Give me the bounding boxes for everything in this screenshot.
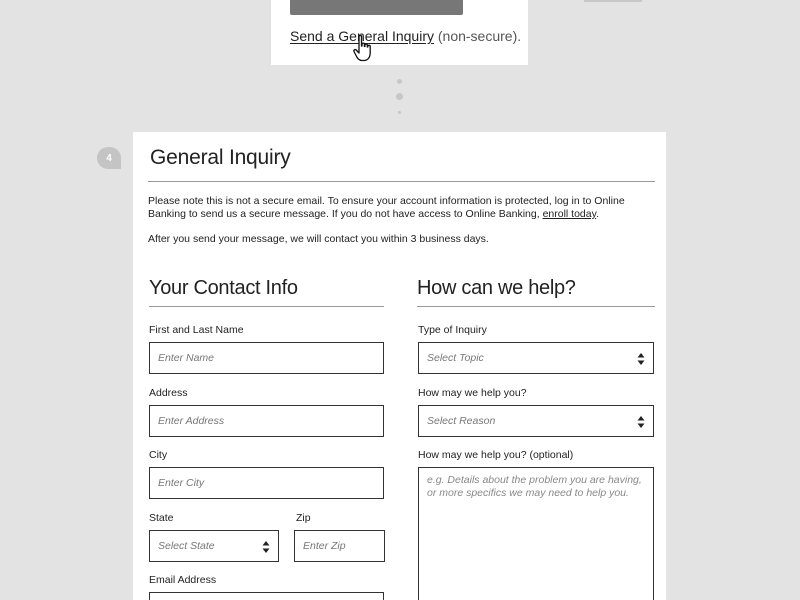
notice-period: .: [596, 208, 600, 220]
previous-step-card: Send a General Inquiry (non-secure).: [271, 0, 528, 65]
up-down-arrows-icon: [637, 353, 645, 365]
details-label: How may we help you? (optional): [418, 449, 574, 461]
contact-info-divider: [149, 306, 384, 307]
zip-input[interactable]: [294, 530, 385, 562]
inquiry-type-value: Select Topic: [427, 352, 484, 364]
hand-pointer-icon: [353, 34, 371, 62]
email-input[interactable]: [149, 592, 384, 600]
state-select[interactable]: Select State: [149, 530, 279, 562]
up-down-arrows-icon: [637, 416, 645, 428]
sign-in-send-message-button[interactable]: [290, 0, 463, 15]
state-select-value: Select State: [158, 540, 215, 552]
up-down-arrows-icon: [262, 541, 270, 553]
zip-label: Zip: [296, 512, 311, 524]
inquiry-type-select[interactable]: Select Topic: [418, 342, 654, 374]
response-time-notice: After you send your message, we will con…: [148, 233, 489, 245]
state-label: State: [149, 512, 174, 524]
reason-label: How may we help you?: [418, 387, 527, 399]
contact-info-heading: Your Contact Info: [149, 277, 298, 299]
city-input[interactable]: [149, 467, 384, 499]
reason-select[interactable]: Select Reason: [418, 405, 654, 437]
page-title: General Inquiry: [150, 146, 291, 169]
address-label: Address: [149, 387, 188, 399]
help-divider: [417, 306, 655, 307]
address-input[interactable]: [149, 405, 384, 437]
connector-dot: [396, 93, 403, 100]
details-textarea[interactable]: [418, 467, 654, 600]
email-label: Email Address: [149, 574, 217, 586]
general-inquiry-card: General Inquiry Please note this is not …: [133, 132, 666, 600]
connector-dot: [397, 79, 402, 84]
title-divider: [148, 181, 655, 182]
help-heading: How can we help?: [417, 277, 576, 299]
connector-dot: [398, 111, 401, 114]
name-input[interactable]: [149, 342, 384, 374]
name-label: First and Last Name: [149, 324, 244, 336]
security-notice: Please note this is not a secure email. …: [148, 195, 638, 221]
enroll-today-link[interactable]: enroll today: [543, 208, 597, 220]
city-label: City: [149, 449, 168, 461]
next-step-card-edge: [584, 0, 642, 2]
general-inquiry-link-row: Send a General Inquiry (non-secure).: [290, 28, 521, 44]
inquiry-type-label: Type of Inquiry: [418, 324, 487, 336]
non-secure-note: (non-secure).: [437, 28, 522, 44]
step-number-badge: 4: [97, 147, 121, 169]
reason-select-value: Select Reason: [427, 415, 496, 427]
